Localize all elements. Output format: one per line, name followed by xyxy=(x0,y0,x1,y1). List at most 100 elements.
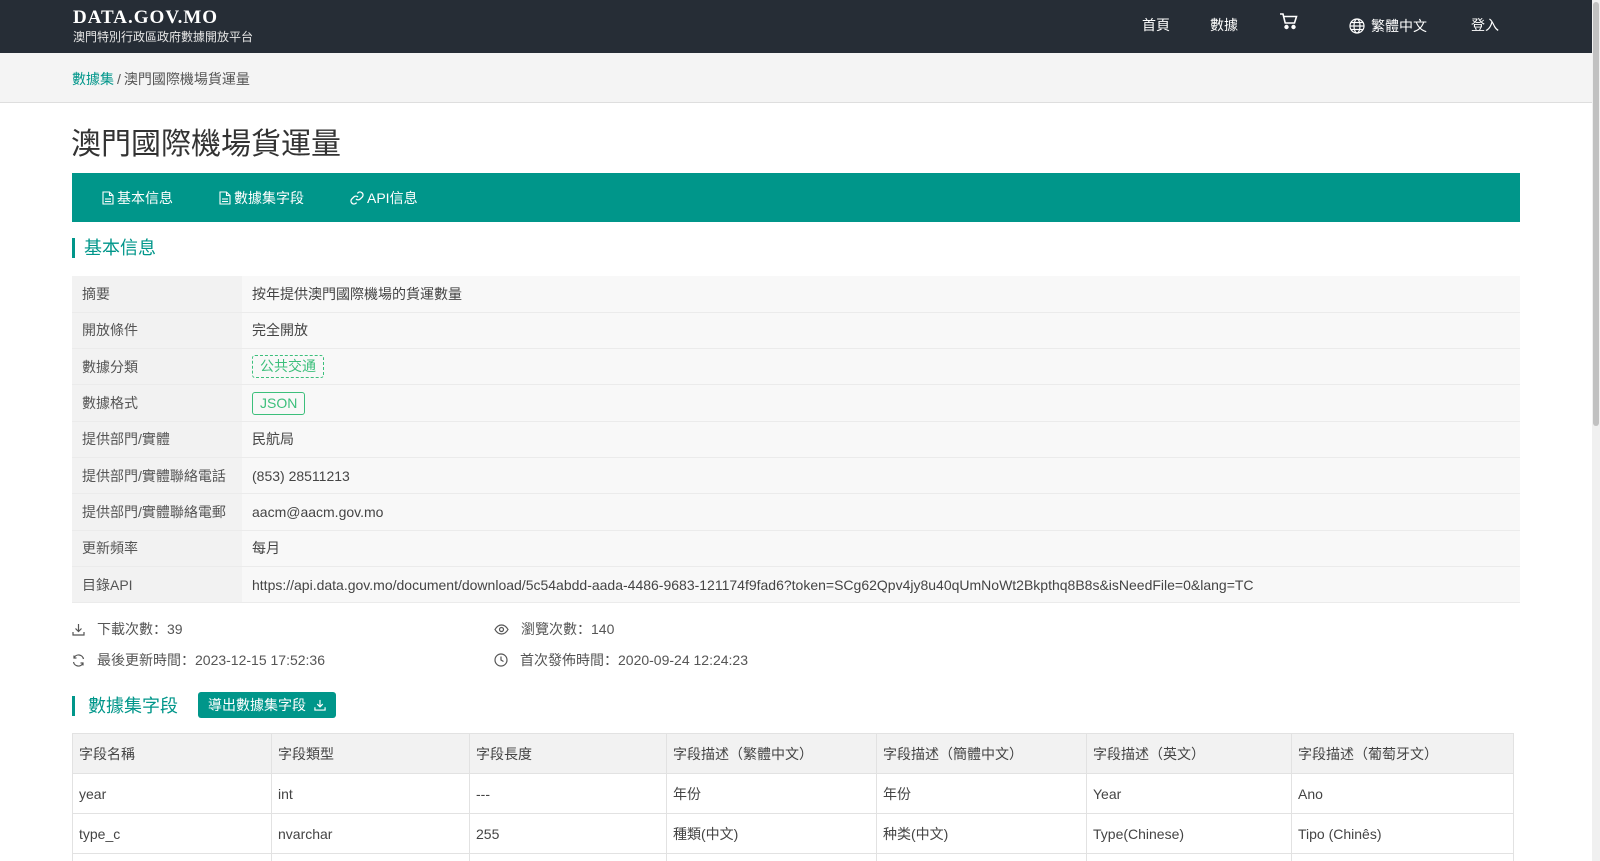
last-updated: 最後更新時間：2023-12-15 17:52:36 xyxy=(72,650,325,670)
first-published-text: 首次發佈時間：2020-09-24 12:24:23 xyxy=(520,652,748,668)
column-header: 字段描述（英文） xyxy=(1086,733,1292,774)
breadcrumb-datasets-link[interactable]: 數據集 xyxy=(72,71,114,87)
tab-label: 基本信息 xyxy=(117,189,173,206)
view-count: 瀏覽次數：140 xyxy=(494,619,614,639)
info-key: 提供部門/實體聯絡電話 xyxy=(72,457,242,495)
info-row-open-condition: 開放條件 完全開放 xyxy=(72,312,1520,350)
basic-info-table: 摘要 按年提供澳門國際機場的貨運數量 開放條件 完全開放 數據分類 公共交通 數… xyxy=(72,276,1520,604)
basic-info-heading: 基本信息 xyxy=(72,238,156,258)
info-key: 數據分類 xyxy=(72,348,242,386)
info-key: 摘要 xyxy=(72,276,242,313)
column-header: 字段名稱 xyxy=(72,733,272,774)
nav-home[interactable]: 首頁 xyxy=(1142,16,1170,34)
info-row-summary: 摘要 按年提供澳門國際機場的貨運數量 xyxy=(72,276,1520,313)
language-switcher[interactable]: 繁體中文 xyxy=(1349,16,1427,36)
table-cell: Type(Chinese) xyxy=(1086,813,1292,854)
table-cell: Tipo (Chinês) xyxy=(1291,813,1514,854)
table-cell xyxy=(1086,853,1292,861)
table-cell: type_c xyxy=(72,813,272,854)
table-cell xyxy=(72,853,272,861)
info-row-department: 提供部門/實體 民航局 xyxy=(72,421,1520,458)
info-row-catalog-api: 目錄API https://api.data.gov.mo/document/d… xyxy=(72,566,1520,604)
export-fields-button[interactable]: 導出數據集字段 xyxy=(198,692,336,718)
download-count: 下載次數：39 xyxy=(72,619,183,639)
info-value: 民航局 xyxy=(242,421,1520,458)
column-header: 字段長度 xyxy=(469,733,667,774)
table-cell: Year xyxy=(1086,773,1292,814)
info-value: 按年提供澳門國際機場的貨運數量 xyxy=(242,276,1520,313)
dataset-fields-table: 字段名稱 字段類型 字段長度 字段描述（繁體中文） 字段描述（簡體中文） 字段描… xyxy=(72,733,1514,861)
column-header: 字段描述（葡萄牙文） xyxy=(1291,733,1514,774)
table-cell: 种类(中文) xyxy=(876,813,1087,854)
table-cell xyxy=(876,853,1087,861)
section-tabs: 基本信息 數據集字段 API信息 xyxy=(72,173,1520,222)
tab-basic-info[interactable]: 基本信息 xyxy=(102,188,173,208)
info-value: aacm@aacm.gov.mo xyxy=(242,493,1520,531)
cart-icon[interactable] xyxy=(1279,12,1299,32)
table-cell: 255 xyxy=(469,813,667,854)
document-icon xyxy=(219,190,231,205)
table-cell: 種類(中文) xyxy=(666,813,877,854)
tab-dataset-fields[interactable]: 數據集字段 xyxy=(219,188,304,208)
nav-data[interactable]: 數據 xyxy=(1210,16,1238,34)
info-key: 提供部門/實體 xyxy=(72,421,242,458)
table-cell: --- xyxy=(469,773,667,814)
table-cell xyxy=(271,853,470,861)
info-key: 提供部門/實體聯絡電郵 xyxy=(72,493,242,531)
table-cell xyxy=(666,853,877,861)
site-logo[interactable]: DATA.GOV.MO 澳門特別行政區政府數據開放平台 xyxy=(73,7,254,45)
info-row-phone: 提供部門/實體聯絡電話 (853) 28511213 xyxy=(72,457,1520,495)
export-button-label: 導出數據集字段 xyxy=(208,697,306,713)
scrollbar-thumb[interactable] xyxy=(1593,2,1599,426)
globe-icon xyxy=(1349,18,1365,34)
tab-label: API信息 xyxy=(367,189,418,206)
breadcrumb-bar: 數據集 / 澳門國際機場貨運量 xyxy=(0,53,1592,103)
brand-title: DATA.GOV.MO xyxy=(73,7,219,28)
table-cell: int xyxy=(271,773,470,814)
table-header-row: 字段名稱 字段類型 字段長度 字段描述（繁體中文） 字段描述（簡體中文） 字段描… xyxy=(72,733,1514,774)
table-row: year int --- 年份 年份 Year Ano xyxy=(72,773,1514,814)
top-navbar: DATA.GOV.MO 澳門特別行政區政府數據開放平台 首頁 數據 繁體中文 登… xyxy=(0,0,1592,53)
dataset-fields-heading: 數據集字段 xyxy=(72,696,178,716)
info-row-category: 數據分類 公共交通 xyxy=(72,348,1520,386)
catalog-api-url[interactable]: https://api.data.gov.mo/document/downloa… xyxy=(242,566,1520,604)
table-cell: Ano xyxy=(1291,773,1514,814)
info-value: 完全開放 xyxy=(242,312,1520,350)
tab-label: 數據集字段 xyxy=(234,189,304,206)
info-value: 每月 xyxy=(242,530,1520,567)
info-key: 目錄API xyxy=(72,566,242,604)
table-cell: 年份 xyxy=(666,773,877,814)
table-cell xyxy=(469,853,667,861)
info-key: 數據格式 xyxy=(72,384,242,422)
table-row xyxy=(72,853,1514,861)
breadcrumb-current: 澳門國際機場貨運量 xyxy=(123,71,250,87)
table-cell xyxy=(1291,853,1514,861)
format-tag[interactable]: JSON xyxy=(252,391,306,415)
document-icon xyxy=(102,190,114,205)
page-title: 澳門國際機場貨運量 xyxy=(71,128,341,161)
clock-icon xyxy=(494,653,508,667)
brand-subtitle: 澳門特別行政區政府數據開放平台 xyxy=(73,30,254,44)
column-header: 字段描述（繁體中文） xyxy=(666,733,877,774)
table-row: type_c nvarchar 255 種類(中文) 种类(中文) Type(C… xyxy=(72,813,1514,854)
category-tag[interactable]: 公共交通 xyxy=(252,355,324,379)
login-link[interactable]: 登入 xyxy=(1471,16,1499,34)
info-row-format: 數據格式 JSON xyxy=(72,384,1520,422)
info-value-cell: JSON xyxy=(242,384,1520,422)
column-header: 字段類型 xyxy=(271,733,470,774)
download-icon xyxy=(72,623,85,636)
download-icon xyxy=(314,699,326,711)
language-label: 繁體中文 xyxy=(1371,18,1427,34)
first-published: 首次發佈時間：2020-09-24 12:24:23 xyxy=(494,650,748,670)
tab-api-info[interactable]: API信息 xyxy=(350,188,418,208)
breadcrumb-separator: / xyxy=(117,71,121,87)
refresh-icon xyxy=(72,653,85,667)
info-key: 更新頻率 xyxy=(72,530,242,567)
column-header: 字段描述（簡體中文） xyxy=(876,733,1087,774)
table-cell: nvarchar xyxy=(271,813,470,854)
eye-icon xyxy=(494,623,509,635)
page-scrollbar[interactable] xyxy=(1592,0,1600,861)
table-cell: 年份 xyxy=(876,773,1087,814)
info-value: (853) 28511213 xyxy=(242,457,1520,495)
info-row-frequency: 更新頻率 每月 xyxy=(72,530,1520,567)
